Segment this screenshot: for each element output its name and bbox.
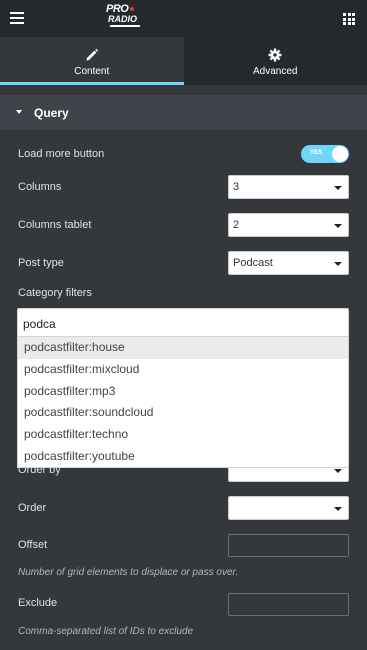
- suggestion-item[interactable]: podcastfilter:soundcloud: [18, 402, 348, 424]
- suggestion-item[interactable]: podcastfilter:youtube: [18, 446, 348, 468]
- tab-advanced-label: Advanced: [253, 66, 298, 77]
- columns-tablet-value: 2: [233, 219, 240, 231]
- category-filters-label: Category filters: [18, 287, 92, 299]
- chevron-down-icon: [334, 469, 342, 473]
- tab-content-label: Content: [74, 66, 110, 77]
- category-suggestions: podcastfilter:house podcastfilter:mixclo…: [17, 336, 349, 468]
- chevron-down-icon: [334, 224, 342, 228]
- columns-value: 3: [233, 181, 240, 193]
- section-title: Query: [34, 106, 69, 120]
- pro-radio-logo: PRO RADIO: [104, 3, 144, 33]
- exclude-description: Comma-separated list of IDs to exclude: [18, 626, 194, 637]
- chevron-down-icon: [334, 186, 342, 190]
- caret-down-icon: [16, 110, 22, 114]
- suggestion-item[interactable]: podcastfilter:techno: [18, 424, 348, 446]
- category-filters-typed: podca: [23, 317, 56, 331]
- active-tab-indicator: [0, 82, 184, 85]
- columns-label: Columns: [18, 181, 62, 193]
- offset-description: Number of grid elements to displace or p…: [18, 567, 239, 578]
- category-filters-input[interactable]: podca: [17, 308, 349, 337]
- tab-advanced[interactable]: Advanced: [183, 37, 367, 85]
- exclude-input[interactable]: [228, 593, 349, 616]
- query-section-header[interactable]: Query: [0, 95, 367, 130]
- columns-select[interactable]: 3: [228, 175, 349, 199]
- panel-tabs: Content Advanced: [0, 37, 367, 85]
- load-more-toggle[interactable]: YES: [301, 145, 349, 163]
- order-label: Order: [18, 502, 47, 514]
- post-type-value: Podcast: [233, 257, 273, 269]
- toggle-knob: [332, 146, 348, 162]
- logo-text-bottom: RADIO: [108, 14, 137, 24]
- suggestion-item[interactable]: podcastfilter:mp3: [18, 381, 348, 403]
- offset-label: Offset: [18, 539, 48, 551]
- order-select[interactable]: [228, 496, 349, 520]
- columns-tablet-label: Columns tablet: [18, 219, 92, 231]
- post-type-label: Post type: [18, 257, 64, 269]
- top-bar: PRO RADIO: [0, 0, 367, 37]
- chevron-down-icon: [334, 262, 342, 266]
- toggle-yes-text: YES: [310, 150, 323, 156]
- load-more-label: Load more button: [18, 148, 105, 160]
- exclude-label: Exclude: [18, 597, 58, 609]
- post-type-select[interactable]: Podcast: [228, 251, 349, 275]
- apps-grid-icon[interactable]: [343, 13, 355, 25]
- hamburger-menu-icon[interactable]: [10, 12, 24, 24]
- tab-content[interactable]: Content: [0, 37, 184, 85]
- logo-underline: [109, 25, 141, 27]
- gear-icon: [268, 48, 282, 62]
- columns-tablet-select[interactable]: 2: [228, 213, 349, 237]
- chevron-down-icon: [334, 507, 342, 511]
- offset-input[interactable]: [228, 534, 349, 557]
- suggestion-item[interactable]: podcastfilter:mixcloud: [18, 359, 348, 381]
- suggestion-item[interactable]: podcastfilter:house: [18, 337, 348, 359]
- logo-dot: [130, 7, 134, 11]
- pencil-icon: [86, 48, 98, 61]
